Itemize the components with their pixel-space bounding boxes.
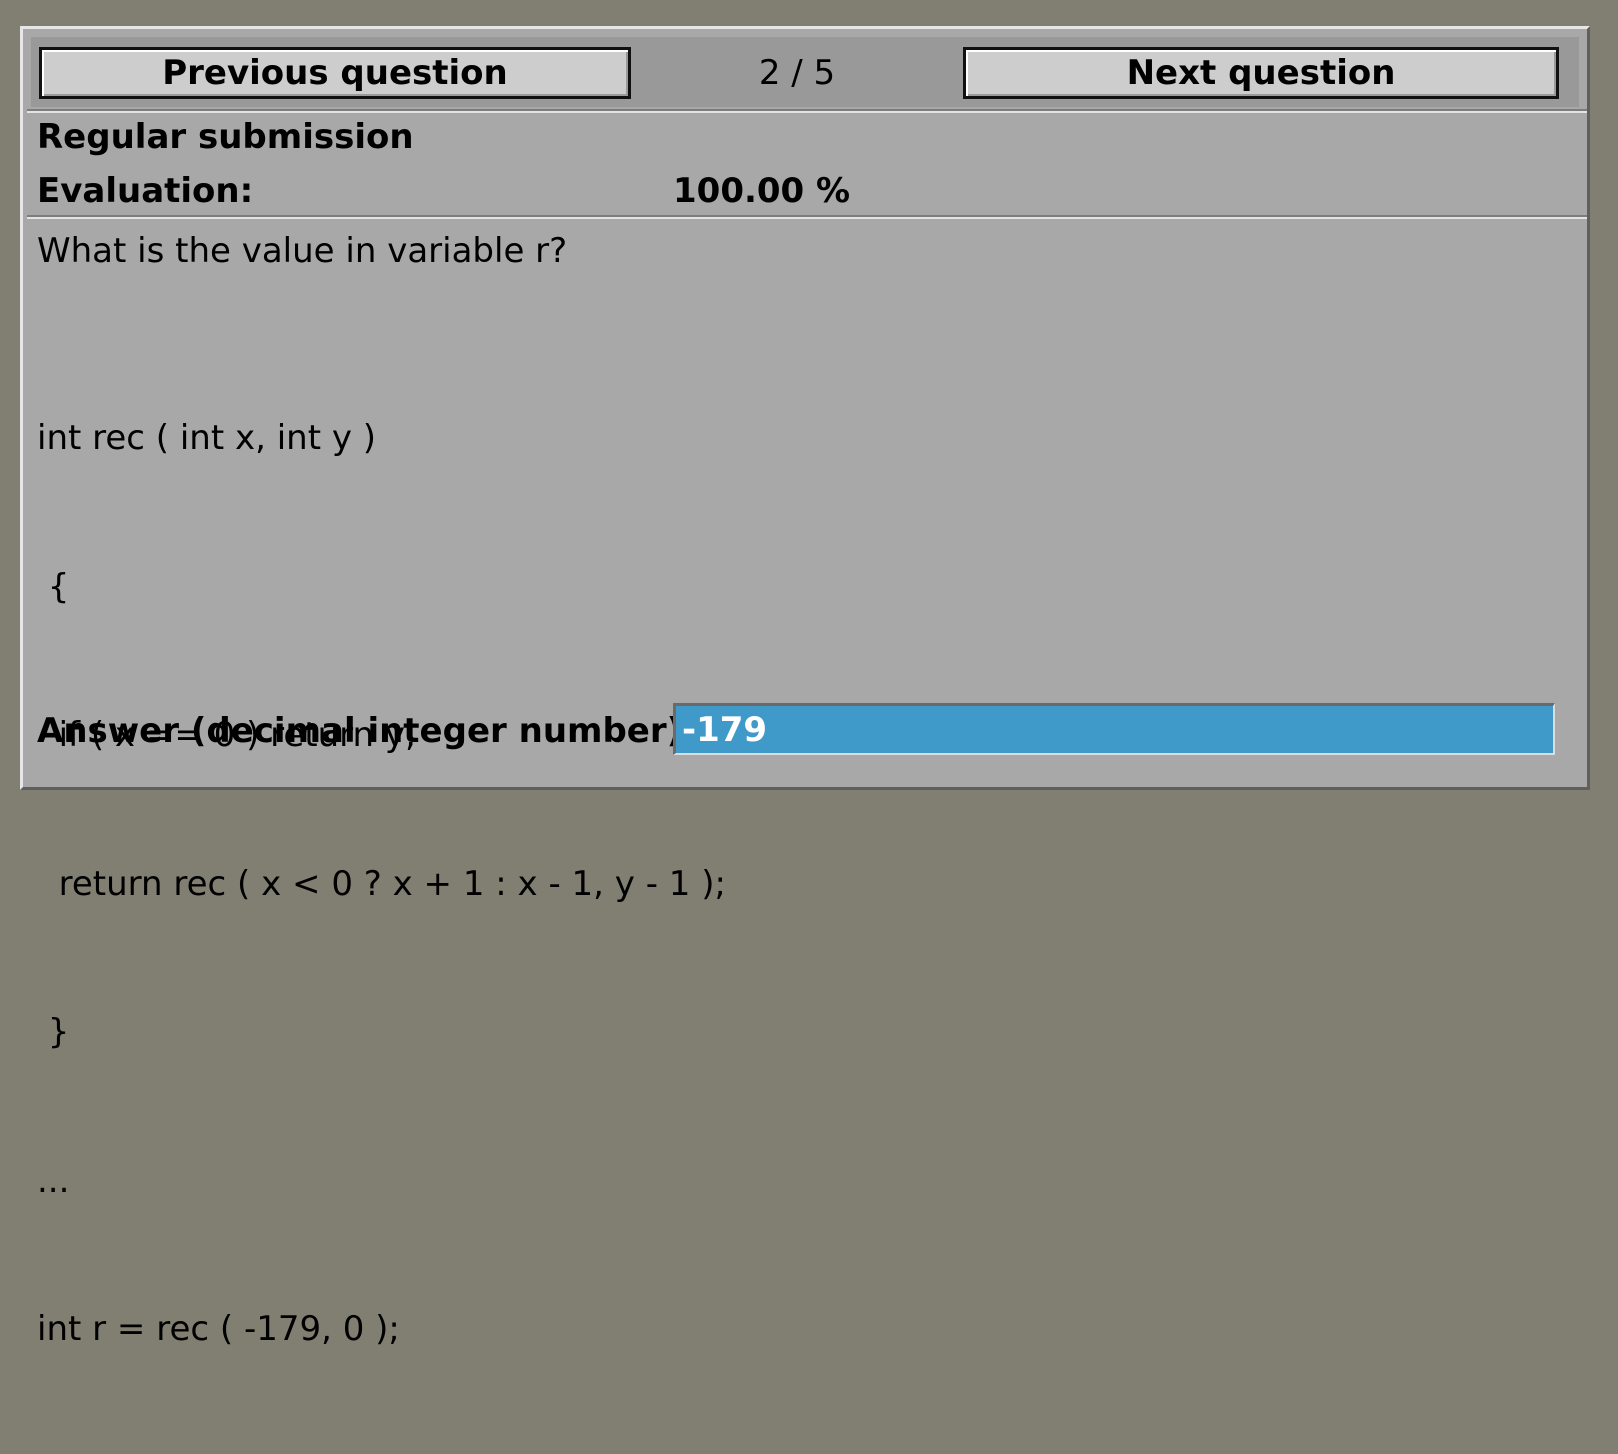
- evaluation-score: 100.00 %: [673, 171, 851, 211]
- code-line: int rec ( int x, int y ): [37, 418, 377, 458]
- divider: [27, 109, 1587, 113]
- answer-input[interactable]: [673, 703, 1555, 755]
- question-counter: 2 / 5: [758, 53, 836, 93]
- code-line: }: [37, 1012, 70, 1052]
- quiz-panel: Previous question 2 / 5 Next question Re…: [20, 26, 1590, 1349]
- previous-question-button[interactable]: Previous question: [39, 47, 631, 99]
- answer-label: Answer (decimal integer number):: [37, 711, 696, 751]
- code-line: ...: [37, 1160, 70, 1201]
- code-line: return rec ( x < 0 ? x + 1 : x - 1, y - …: [37, 863, 726, 904]
- code-line: int r = rec ( -179, 0 );: [37, 1309, 400, 1349]
- question-prompt: What is the value in variable r?: [37, 231, 568, 271]
- code-snippet: int rec ( int x, int y ) { if ( x == 0 )…: [37, 315, 726, 1454]
- next-question-button[interactable]: Next question: [963, 47, 1559, 99]
- question-navigation: Previous question 2 / 5 Next question: [31, 37, 1579, 107]
- divider: [27, 215, 1587, 219]
- submission-title: Regular submission: [37, 117, 414, 157]
- code-line: {: [37, 566, 70, 607]
- evaluation-label: Evaluation:: [37, 171, 254, 211]
